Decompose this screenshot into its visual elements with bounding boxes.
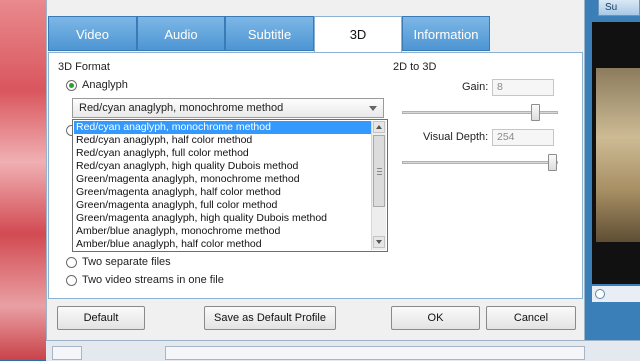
anaglyph-method-select[interactable]: Red/cyan anaglyph, monochrome method [72, 98, 384, 118]
visual-depth-label: Visual Depth: [423, 131, 489, 143]
gain-value-field: 8 [492, 79, 554, 96]
radio-two-separate-files-label: Two separate files [82, 256, 171, 268]
tab-audio[interactable]: Audio [137, 16, 225, 51]
visual-depth-slider-thumb[interactable] [547, 154, 557, 171]
dropdown-option[interactable]: Red/cyan anaglyph, monochrome method [74, 121, 371, 134]
gain-label: Gain: [462, 81, 489, 93]
background-video-frame [0, 0, 46, 360]
tab-subtitle[interactable]: Subtitle [225, 16, 314, 51]
default-button[interactable]: Default [57, 306, 145, 330]
radio-two-video-streams[interactable] [66, 275, 77, 286]
section-label-2d-to-3d: 2D to 3D [393, 61, 437, 73]
dropdown-option[interactable]: Green/magenta anaglyph, monochrome metho… [74, 173, 371, 186]
anaglyph-method-selected-value: Red/cyan anaglyph, monochrome method [79, 102, 284, 114]
radio-anaglyph-label: Anaglyph [82, 79, 128, 91]
grip-line [377, 168, 382, 169]
grip-line [377, 174, 382, 175]
bottom-toolbar-field[interactable] [165, 346, 585, 360]
bottom-toolbar-button[interactable] [52, 346, 82, 360]
scroll-down-icon[interactable] [373, 236, 385, 248]
anaglyph-method-dropdown-list[interactable]: Red/cyan anaglyph, monochrome method Red… [72, 119, 388, 252]
radio-two-separate-files[interactable] [66, 257, 77, 268]
gain-slider-thumb[interactable] [531, 104, 541, 121]
radio-two-video-streams-label: Two video streams in one file [82, 274, 224, 286]
dropdown-option[interactable]: Amber/blue anaglyph, monochrome method [74, 225, 371, 238]
dropdown-option[interactable]: Green/magenta anaglyph, full color metho… [74, 199, 371, 212]
preview-image [596, 68, 640, 242]
dropdown-scrollbar[interactable] [371, 121, 386, 250]
preview-tab[interactable]: Su [598, 0, 640, 16]
dropdown-option[interactable]: Amber/blue anaglyph, half color method [74, 238, 371, 251]
ok-button[interactable]: OK [391, 306, 480, 330]
chevron-down-icon [369, 106, 377, 111]
radio-anaglyph[interactable] [66, 80, 77, 91]
tab-video[interactable]: Video [48, 16, 137, 51]
save-as-default-profile-button[interactable]: Save as Default Profile [204, 306, 336, 330]
cancel-button[interactable]: Cancel [486, 306, 576, 330]
dropdown-option[interactable]: Green/magenta anaglyph, high quality Dub… [74, 212, 371, 225]
section-label-3d-format: 3D Format [58, 61, 110, 73]
scroll-up-icon[interactable] [373, 121, 385, 133]
scrollbar-thumb[interactable] [373, 135, 385, 207]
preview-seek-knob[interactable] [595, 289, 605, 299]
preview-tab-label: Su [605, 2, 618, 13]
grip-line [377, 171, 382, 172]
dropdown-option[interactable]: Red/cyan anaglyph, half color method [74, 134, 371, 147]
tab-3d[interactable]: 3D [314, 16, 402, 53]
dropdown-option[interactable]: Red/cyan anaglyph, full color method [74, 147, 371, 160]
dropdown-option[interactable]: Green/magenta anaglyph, half color metho… [74, 186, 371, 199]
tab-information[interactable]: Information [402, 16, 490, 51]
visual-depth-value-field: 254 [492, 129, 554, 146]
dropdown-option[interactable]: Red/cyan anaglyph, high quality Dubois m… [74, 160, 371, 173]
visual-depth-slider-track[interactable] [402, 161, 558, 164]
